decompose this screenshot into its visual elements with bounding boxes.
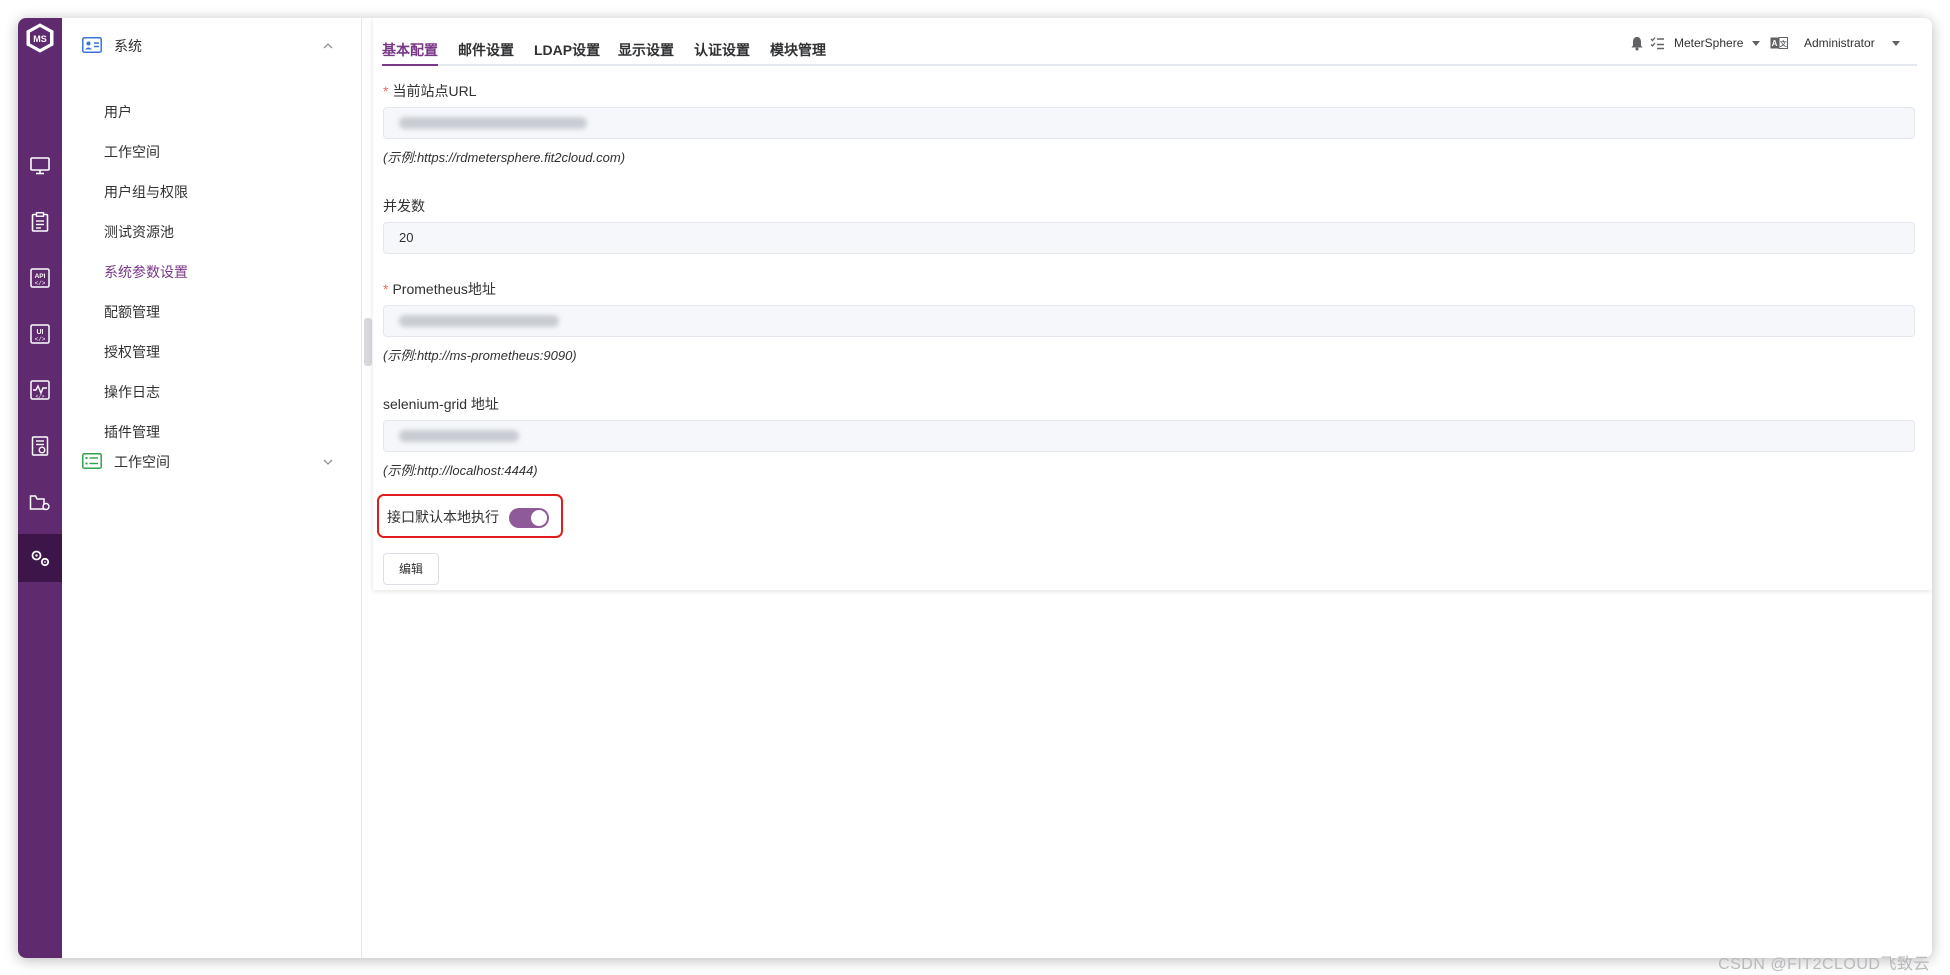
sidebar-item-system-params[interactable]: 系统参数设置 — [104, 261, 188, 283]
language-switch-icon[interactable]: A文 — [1770, 37, 1788, 49]
svg-text:</>: </> — [35, 280, 46, 287]
tab-auth-settings[interactable]: 认证设置 — [694, 40, 750, 60]
sidebar-item-workspace[interactable]: 工作空间 — [104, 141, 160, 163]
blurred-prometheus-value — [399, 314, 559, 327]
blurred-url-value — [399, 116, 587, 129]
svg-text:</>: </> — [35, 394, 44, 400]
performance-icon[interactable]: </> — [18, 366, 62, 414]
sidebar-item-resource-pool[interactable]: 测试资源池 — [104, 221, 174, 243]
sidebar-item-license[interactable]: 授权管理 — [104, 341, 160, 363]
top-right-toolbar: MeterSphere A文 Administrator — [1622, 34, 1922, 56]
svg-text:A: A — [1772, 39, 1778, 48]
api-icon[interactable]: API </> — [18, 254, 62, 302]
chevron-down-icon — [323, 459, 333, 465]
settings-icon[interactable] — [18, 534, 62, 582]
bell-icon[interactable] — [1630, 36, 1644, 51]
prometheus-hint: (示例:http://ms-prometheus:9090) — [383, 348, 577, 363]
caret-down-icon — [1892, 41, 1900, 46]
edit-button[interactable]: 编辑 — [383, 553, 439, 585]
settings-card: 基本配置 邮件设置 LDAP设置 显示设置 认证设置 模块管理 MeterSph… — [373, 18, 1932, 590]
svg-text:UI: UI — [37, 329, 44, 336]
watermark: CSDN @FIT2CLOUD飞致云 — [1718, 956, 1930, 973]
blurred-selenium-value — [399, 429, 519, 442]
local-exec-highlight: 接口默认本地执行 — [377, 494, 563, 538]
user-menu[interactable]: Administrator — [1804, 36, 1875, 50]
sidebar-item-user-groups[interactable]: 用户组与权限 — [104, 181, 188, 203]
ui-test-icon[interactable]: UI </> — [18, 310, 62, 358]
sidebar-group-label: 系统 — [114, 38, 142, 54]
selenium-grid-label: selenium-grid 地址 — [383, 396, 499, 412]
local-exec-label: 接口默认本地执行 — [387, 509, 499, 525]
test-track-icon[interactable] — [18, 198, 62, 246]
sidebar-group-workspace[interactable]: 工作空间 — [62, 444, 362, 480]
sidebar-collapse-handle[interactable] — [364, 318, 372, 366]
workbench-icon[interactable] — [18, 142, 62, 190]
required-asterisk: * — [383, 281, 389, 297]
tab-mail-settings[interactable]: 邮件设置 — [458, 40, 514, 60]
sidebar-item-operation-log[interactable]: 操作日志 — [104, 381, 160, 403]
svg-text:API: API — [35, 273, 46, 280]
concurrency-input[interactable]: 20 — [383, 222, 1915, 254]
metersphere-logo-icon[interactable]: MS — [24, 22, 56, 54]
task-center-icon[interactable] — [1650, 36, 1665, 50]
toggle-knob — [531, 510, 547, 526]
concurrency-label: 并发数 — [383, 198, 425, 214]
required-asterisk: * — [383, 83, 389, 99]
tab-basic-config[interactable]: 基本配置 — [382, 40, 438, 60]
project-switcher[interactable]: MeterSphere — [1674, 36, 1743, 50]
sidebar-item-plugins[interactable]: 插件管理 — [104, 421, 160, 443]
tab-ldap-settings[interactable]: LDAP设置 — [534, 40, 600, 60]
app-window: MS API </> UI </> </> 系统 用户 工作空间 用户组与权限 … — [18, 18, 1932, 958]
icon-rail: MS API </> UI </> </> — [18, 18, 62, 958]
tab-module-management[interactable]: 模块管理 — [770, 40, 826, 60]
svg-text:MS: MS — [33, 34, 47, 44]
selenium-grid-input[interactable] — [383, 420, 1915, 452]
svg-text:文: 文 — [1780, 39, 1788, 48]
sidebar-group-system[interactable]: 系统 — [62, 28, 362, 64]
tab-display-settings[interactable]: 显示设置 — [618, 40, 674, 60]
sidebar-item-quota[interactable]: 配额管理 — [104, 301, 160, 323]
report-icon[interactable] — [18, 422, 62, 470]
workspace-list-icon — [82, 453, 102, 469]
svg-text:</>: </> — [35, 336, 46, 343]
prometheus-input[interactable] — [383, 305, 1915, 337]
prometheus-label: * Prometheus地址 — [383, 281, 496, 297]
selenium-grid-hint: (示例:http://localhost:4444) — [383, 463, 538, 478]
sidebar-group-label: 工作空间 — [114, 454, 170, 470]
active-tab-indicator — [382, 64, 438, 66]
caret-down-icon — [1752, 41, 1760, 46]
chevron-up-icon — [323, 43, 333, 49]
project-icon[interactable] — [18, 478, 62, 526]
sidebar-item-users[interactable]: 用户 — [104, 101, 132, 123]
site-url-hint: (示例:https://rdmetersphere.fit2cloud.com) — [383, 150, 626, 165]
system-user-card-icon — [82, 37, 102, 53]
site-url-input[interactable] — [383, 107, 1915, 139]
settings-sidebar: 系统 用户 工作空间 用户组与权限 测试资源池 系统参数设置 配额管理 授权管理… — [62, 18, 362, 958]
site-url-label: * 当前站点URL — [383, 83, 477, 99]
local-exec-toggle[interactable] — [509, 508, 549, 528]
